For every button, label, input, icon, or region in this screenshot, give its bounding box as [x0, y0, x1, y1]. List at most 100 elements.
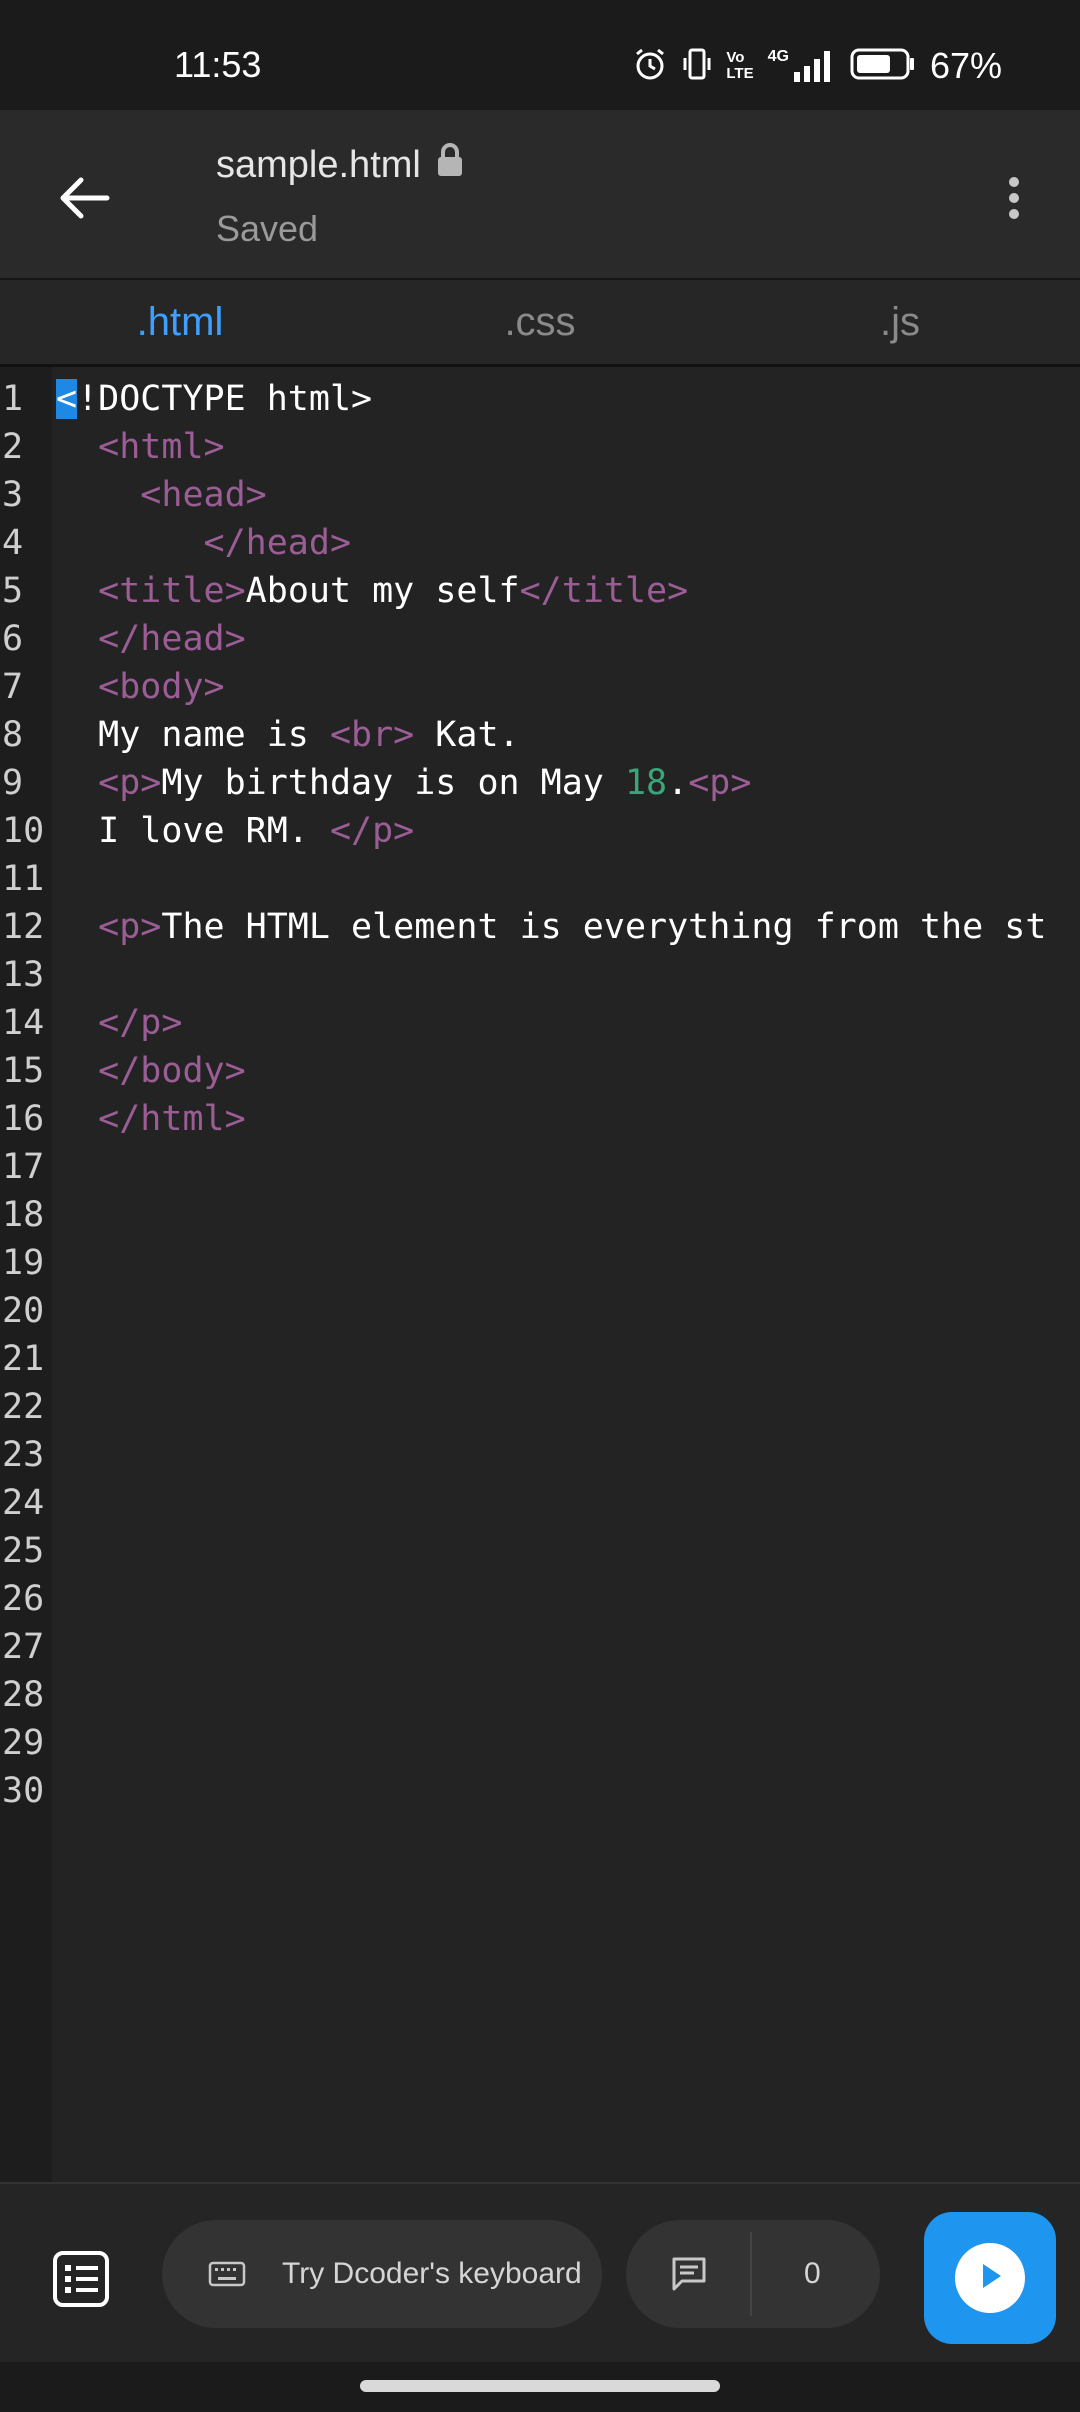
- code-line[interactable]: 27: [0, 1623, 1080, 1671]
- code-token: <p>: [98, 907, 162, 947]
- code-line[interactable]: 9 <p>My birthday is on May 18.<p>: [0, 759, 1080, 807]
- keyboard-icon: [208, 2254, 248, 2294]
- code-lines: 1 <!DOCTYPE html> 2 <html> 3 <head> 4 </head…: [0, 375, 1080, 1815]
- status-time: 11:53: [174, 44, 262, 85]
- comment-icon: [670, 2252, 714, 2296]
- code-line[interactable]: 30: [0, 1767, 1080, 1815]
- code-line[interactable]: 26: [0, 1575, 1080, 1623]
- home-indicator[interactable]: [360, 2380, 720, 2392]
- more-vertical-icon: [1007, 176, 1021, 225]
- code-token: The HTML element is everything from the …: [161, 907, 1047, 947]
- code-token: </head>: [98, 619, 246, 659]
- code-token: <title>: [98, 571, 246, 611]
- line-number: 25: [2, 1531, 45, 1571]
- code-line[interactable]: 22: [0, 1383, 1080, 1431]
- code-line[interactable]: 19: [0, 1239, 1080, 1287]
- code-token: .: [667, 763, 689, 803]
- dcoder-keyboard-button[interactable]: Try Dcoder's keyboard: [162, 2220, 602, 2328]
- code-line[interactable]: 29: [0, 1719, 1080, 1767]
- line-number: 27: [2, 1627, 45, 1667]
- code-line[interactable]: 21: [0, 1335, 1080, 1383]
- code-line[interactable]: 20: [0, 1287, 1080, 1335]
- code-line[interactable]: 18: [0, 1191, 1080, 1239]
- line-number: 28: [2, 1675, 45, 1715]
- code-line[interactable]: 5 <title>About my self</title>: [0, 567, 1080, 615]
- code-line[interactable]: 15 </body>: [0, 1047, 1080, 1095]
- list-icon: [52, 2250, 110, 2313]
- tab-js[interactable]: .js: [720, 280, 1080, 364]
- line-number: 24: [2, 1483, 45, 1523]
- alarm-icon: [632, 46, 668, 87]
- line-number: 26: [2, 1579, 45, 1619]
- code-line[interactable]: 23: [0, 1431, 1080, 1479]
- code-line[interactable]: 6 </head>: [0, 615, 1080, 663]
- code-token: !DOCTYPE html>: [77, 379, 373, 419]
- play-icon: [975, 2260, 1005, 2297]
- code-line[interactable]: 10 I love RM. </p>: [0, 807, 1080, 855]
- code-line[interactable]: 12 <p>The HTML element is everything fro…: [0, 903, 1080, 951]
- run-button[interactable]: [924, 2212, 1056, 2344]
- code-line[interactable]: 8 My name is <br> Kat.: [0, 711, 1080, 759]
- line-number: 16: [2, 1099, 45, 1139]
- line-number: 11: [2, 859, 45, 899]
- line-number: 4: [2, 523, 24, 563]
- code-token: Kat.: [414, 715, 520, 755]
- code-token: 18: [624, 763, 668, 803]
- outline-button[interactable]: [48, 2248, 114, 2314]
- code-line[interactable]: 11: [0, 855, 1080, 903]
- code-line[interactable]: 2 <html>: [0, 423, 1080, 471]
- code-line[interactable]: 24: [0, 1479, 1080, 1527]
- line-number: 14: [2, 1003, 45, 1043]
- code-text: </head>: [56, 615, 246, 663]
- text-cursor: <: [56, 379, 78, 419]
- file-name: sample.html: [216, 143, 421, 186]
- code-token: <body>: [98, 667, 225, 707]
- line-number: 23: [2, 1435, 45, 1475]
- code-line[interactable]: 14 </p>: [0, 999, 1080, 1047]
- code-line[interactable]: 16 </html>: [0, 1095, 1080, 1143]
- file-tabs: .html .css .js: [0, 280, 1080, 367]
- code-token: I love RM.: [56, 811, 330, 851]
- back-arrow-icon: [57, 175, 111, 226]
- tab-css[interactable]: .css: [360, 280, 720, 364]
- code-line[interactable]: 4 </head>: [0, 519, 1080, 567]
- code-text: </body>: [56, 1047, 246, 1095]
- line-number: 6: [2, 619, 24, 659]
- line-number: 29: [2, 1723, 45, 1763]
- app-bar: sample.html Saved: [0, 110, 1080, 280]
- line-number: 10: [2, 811, 45, 851]
- code-line[interactable]: 1 <!DOCTYPE html>: [0, 375, 1080, 423]
- line-number: 8: [2, 715, 24, 755]
- code-text: My name is <br> Kat.: [56, 711, 520, 759]
- code-token: <br>: [329, 715, 415, 755]
- battery-percent: 67%: [929, 45, 1002, 86]
- more-options-button[interactable]: [984, 160, 1044, 240]
- code-line[interactable]: 13: [0, 951, 1080, 999]
- code-line[interactable]: 7 <body>: [0, 663, 1080, 711]
- comments-button[interactable]: 0: [626, 2220, 880, 2328]
- code-line[interactable]: 17: [0, 1143, 1080, 1191]
- lock-icon: [435, 142, 465, 188]
- line-number: 2: [2, 427, 24, 467]
- code-line[interactable]: 25: [0, 1527, 1080, 1575]
- screen: 11:53 Vo LTE 4G 67% sample.html Saved .h…: [0, 0, 1080, 2412]
- line-number: 7: [2, 667, 24, 707]
- tab-html[interactable]: .html: [0, 280, 360, 364]
- code-editor[interactable]: 1 <!DOCTYPE html> 2 <html> 3 <head> 4 </head…: [0, 367, 1080, 2182]
- code-text: <title>About my self</title>: [56, 567, 688, 615]
- code-text: </head>: [56, 519, 352, 567]
- file-title[interactable]: sample.html: [216, 142, 465, 188]
- code-text: I love RM. </p>: [56, 807, 414, 855]
- bottom-toolbar: Try Dcoder's keyboard 0: [0, 2182, 1080, 2364]
- back-button[interactable]: [44, 160, 124, 240]
- code-line[interactable]: 28: [0, 1671, 1080, 1719]
- save-status: Saved: [216, 208, 319, 249]
- line-number: 9: [2, 763, 24, 803]
- code-line[interactable]: 3 <head>: [0, 471, 1080, 519]
- line-number: 30: [2, 1771, 45, 1811]
- line-number: 12: [2, 907, 45, 947]
